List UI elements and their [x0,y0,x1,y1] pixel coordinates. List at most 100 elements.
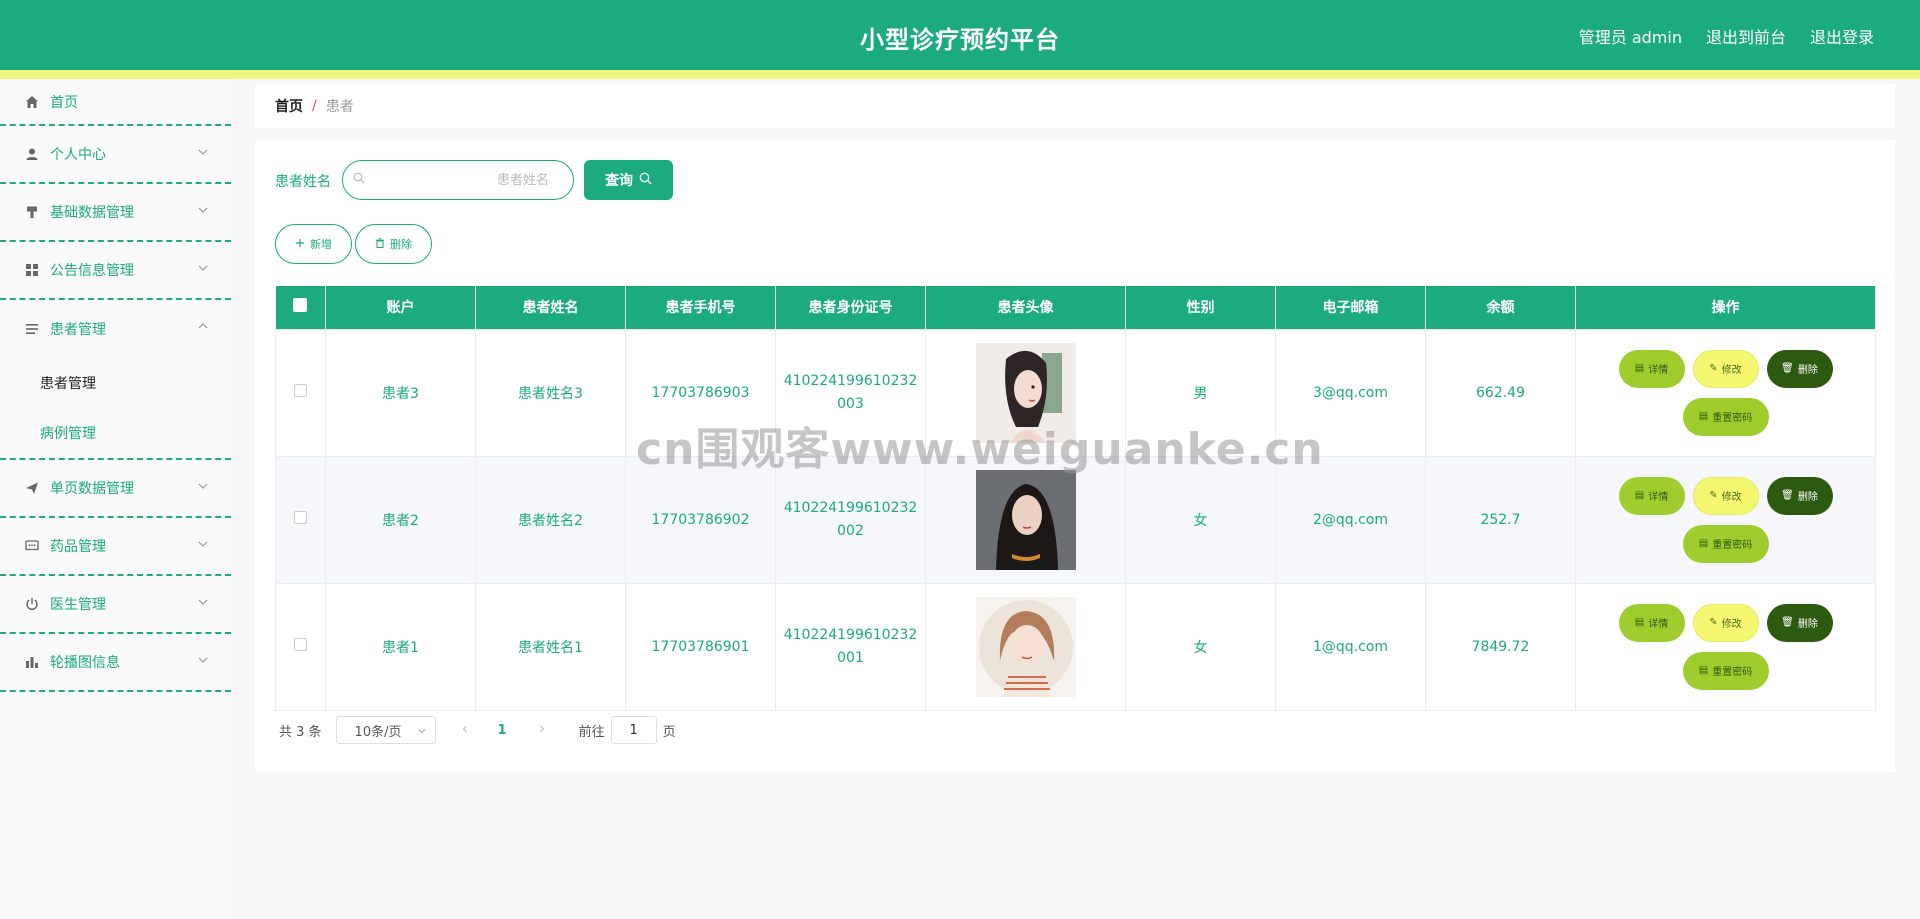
column-header[interactable]: 患者身份证号 [775,286,926,329]
phone-cell: 17703786902 [625,455,776,584]
sidebar-item-profile[interactable]: 个人中心 [0,126,231,184]
search-input-wrapper [342,160,574,200]
total-count: 共 3 条 [279,724,322,740]
id-number-cell: 410224199610232002 [775,455,926,584]
sidebar-item-label: 患者管理 [50,322,106,338]
sidebar-item-notice[interactable]: 公告信息管理 [0,242,231,300]
goto-label: 前往 [578,724,605,740]
column-header[interactable]: 余额 [1425,286,1576,329]
header-actions: 管理员 admin 退出到前台 退出登录 [1579,24,1874,48]
patient-avatar[interactable] [975,596,1076,697]
header-checkbox-cell [275,286,326,329]
delete-label: 删除 [1797,492,1818,503]
add-button[interactable]: 新增 [275,224,352,264]
prev-page-button[interactable] [460,723,472,738]
brush-icon [24,204,40,220]
column-header[interactable]: 电子邮箱 [1275,286,1426,329]
reset-password-button[interactable]: ▤ 重置密码 [1682,651,1769,690]
row-checkbox[interactable] [294,638,307,651]
next-page-button[interactable] [537,723,549,738]
sidebar-item-label: 医生管理 [50,597,106,613]
column-header[interactable]: 账户 [325,286,476,329]
edit-button[interactable]: ✎ 修改 [1692,603,1759,642]
sidebar-subitem-case-manage[interactable]: 病例管理 [0,408,231,458]
query-button-label: 查询 [605,173,633,189]
patients-submenu: 患者管理 病例管理 [0,358,231,460]
column-header[interactable]: 患者头像 [925,286,1126,329]
query-button[interactable]: 查询 [584,160,673,200]
chevron-up-icon [197,320,209,332]
sidebar-item-medicine[interactable]: 药品管理 [0,518,231,576]
search-input[interactable] [365,172,565,188]
email-cell: 1@qq.com [1275,582,1426,711]
sidebar-item-doctor[interactable]: 医生管理 [0,576,231,634]
grid-icon [24,262,40,278]
select-all-checkbox[interactable] [293,298,308,313]
goto-page-input[interactable]: 1 [610,716,657,744]
edit-button[interactable]: ✎ 修改 [1692,476,1759,515]
sidebar-item-single-page[interactable]: 单页数据管理 [0,460,231,518]
name-cell: 患者姓名3 [475,328,626,457]
patient-avatar[interactable] [975,342,1076,443]
bar-chart-icon [24,654,40,670]
sidebar-item-label: 药品管理 [50,539,106,555]
table-row: 患者3 患者姓名3 17703786903 410224199610232003 [275,328,1876,457]
plus-icon [295,238,305,251]
sidebar-item-base-data[interactable]: 基础数据管理 [0,184,231,242]
bulk-delete-label: 删除 [390,238,412,251]
id-number-cell: 410224199610232001 [775,582,926,711]
avatar-cell [925,582,1126,711]
exit-front-link[interactable]: 退出到前台 [1706,24,1786,48]
breadcrumb-home[interactable]: 首页 [275,96,303,116]
detail-label: 详情 [1648,492,1669,503]
page-size-select[interactable]: 10条/页 [335,716,436,744]
balance-cell: 252.7 [1425,455,1576,584]
trash-icon: 🗑 [1781,363,1794,374]
delete-button[interactable]: 🗑 删除 [1766,476,1833,515]
user-icon [24,146,40,162]
column-header[interactable]: 性别 [1125,286,1276,329]
chevron-down-icon [197,538,209,550]
pencil-icon: ✎ [1709,363,1718,374]
page-number-current[interactable]: 1 [498,723,507,738]
row-checkbox[interactable] [294,511,307,524]
search-icon [639,172,652,189]
delete-button[interactable]: 🗑 删除 [1766,349,1833,388]
column-header[interactable]: 患者手机号 [625,286,776,329]
name-cell: 患者姓名2 [475,455,626,584]
detail-button[interactable]: ▤ 详情 [1618,349,1685,388]
sidebar-item-patients[interactable]: 患者管理 [0,300,231,358]
doc-icon: ▤ [1698,538,1709,549]
patient-avatar[interactable] [975,469,1076,570]
header-stripe [0,70,1920,79]
name-cell: 患者姓名1 [475,582,626,711]
reset-password-button[interactable]: ▤ 重置密码 [1682,524,1769,563]
avatar-cell [925,328,1126,457]
sidebar-item-label: 首页 [50,94,78,111]
sidebar-subitem-patient-manage[interactable]: 患者管理 [0,358,231,408]
edit-label: 修改 [1721,492,1742,503]
logout-link[interactable]: 退出登录 [1810,24,1874,48]
chevron-down-icon [197,596,209,608]
sidebar: 首页 个人中心 基础数据管理 公告信息管理 患者管理 患者管理 病例管理 单页数… [0,79,231,919]
id-number-cell: 410224199610232003 [775,328,926,457]
reset-password-button[interactable]: ▤ 重置密码 [1682,397,1769,436]
sidebar-item-carousel[interactable]: 轮播图信息 [0,634,231,692]
reset-password-label: 重置密码 [1712,667,1753,678]
bulk-delete-button[interactable]: 删除 [355,224,432,264]
list-icon [24,321,40,337]
balance-cell: 662.49 [1425,328,1576,457]
row-checkbox-cell [275,455,326,584]
top-header: 小型诊疗预约平台 管理员 admin 退出到前台 退出登录 [0,0,1920,70]
admin-label[interactable]: 管理员 admin [1579,24,1682,48]
row-checkbox[interactable] [294,384,307,397]
edit-button[interactable]: ✎ 修改 [1692,349,1759,388]
detail-button[interactable]: ▤ 详情 [1618,603,1685,642]
delete-button[interactable]: 🗑 删除 [1766,603,1833,642]
sidebar-item-home[interactable]: 首页 [0,79,231,126]
row-checkbox-cell [275,582,326,711]
search-label: 患者姓名 [275,174,331,190]
column-header[interactable]: 患者姓名 [475,286,626,329]
detail-button[interactable]: ▤ 详情 [1618,476,1685,515]
sidebar-item-label: 单页数据管理 [50,481,134,497]
